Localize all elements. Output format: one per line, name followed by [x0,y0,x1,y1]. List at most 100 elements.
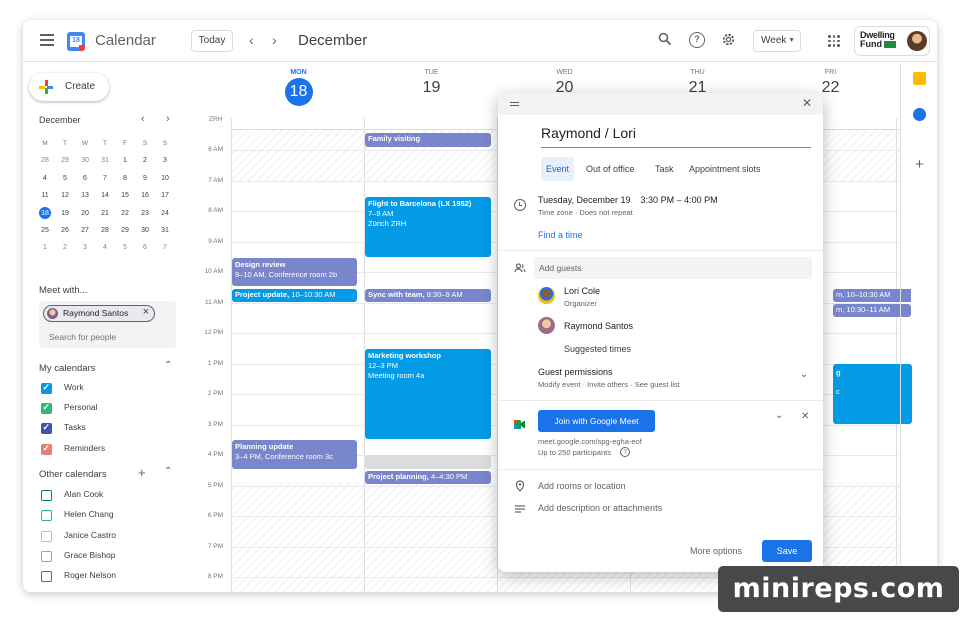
mini-day[interactable]: 28 [35,152,55,169]
mini-day[interactable]: 3 [75,239,95,256]
mini-day[interactable]: 13 [75,187,95,204]
user-avatar[interactable] [907,31,927,51]
join-google-meet-button[interactable]: Join with Google Meet [538,410,655,432]
suggested-times-link[interactable]: Suggested times [564,344,631,354]
timezone-repeat[interactable]: Time zone · Does not repeat [538,208,633,217]
checkbox-icon[interactable] [41,531,52,542]
event-marketing-workshop[interactable]: Marketing workshop 12–3 PM Meeting room … [365,349,491,439]
mini-day[interactable]: 22 [115,205,135,222]
chevron-right-icon[interactable]: › [272,32,277,48]
checkbox-icon[interactable] [41,422,52,434]
checkbox-icon[interactable] [41,382,52,394]
mini-day[interactable]: 19 [55,205,75,222]
mini-day[interactable]: 14 [95,187,115,204]
mini-day[interactable]: 23 [135,205,155,222]
event-draft-placeholder[interactable] [365,455,491,469]
mini-day[interactable]: 29 [115,222,135,239]
other-calendars-heading[interactable]: Other calendars [39,469,107,480]
search-icon[interactable] [657,32,673,48]
mini-day[interactable]: 21 [95,205,115,222]
mini-prev-icon[interactable]: ‹ [141,113,145,125]
help-icon[interactable]: ? [689,32,705,48]
event-title-input[interactable]: Raymond / Lori [541,125,811,148]
keep-icon[interactable] [913,72,926,85]
mini-day[interactable]: 5 [55,170,75,187]
info-icon[interactable]: ? [620,447,630,457]
checkbox-icon[interactable] [41,571,52,582]
day-date[interactable]: 19 [365,79,498,97]
day-date[interactable]: 18 [284,78,313,106]
mini-day[interactable]: 16 [135,187,155,204]
mini-day[interactable]: 29 [55,152,75,169]
event-flight[interactable]: Flight to Barcelona (LX 1952) 7–9 AM Zür… [365,197,491,257]
mini-day[interactable]: 4 [95,239,115,256]
mini-day[interactable]: 28 [95,222,115,239]
mini-day[interactable]: 12 [55,187,75,204]
event-project-update[interactable]: Project update, 10–10:30 AM [232,289,357,302]
dialog-header-bar[interactable]: ✕ [498,93,823,115]
checkbox-icon[interactable] [41,443,52,455]
today-button[interactable]: Today [191,30,233,52]
account-brand[interactable]: Dwelling Fund [854,26,930,56]
person-chip[interactable]: Raymond Santos × [43,305,155,322]
more-options-button[interactable]: More options [690,546,742,556]
mini-day[interactable]: 20 [75,205,95,222]
mini-day[interactable]: 6 [135,239,155,256]
event-planning-update[interactable]: Planning update 3–4 PM, Conference room … [232,440,357,469]
close-icon[interactable]: ✕ [802,96,812,110]
mini-day[interactable]: 10 [155,170,175,187]
day-header-tue[interactable]: TUE 19 [365,69,498,97]
my-calendars-heading[interactable]: My calendars [39,363,96,374]
mini-day[interactable]: 3 [155,152,175,169]
event-date-time[interactable]: Tuesday, December 19 3:30 PM – 4:00 PM [538,195,718,205]
apps-grid-icon[interactable] [828,35,840,47]
tasks-icon[interactable] [913,108,926,121]
chip-remove-icon[interactable]: × [143,306,149,318]
mini-day[interactable]: 2 [135,152,155,169]
mini-day[interactable]: 30 [135,222,155,239]
tab-event[interactable]: Event [541,157,575,181]
main-menu-icon[interactable] [40,34,54,46]
mini-day[interactable]: 26 [55,222,75,239]
add-addon-plus-icon[interactable]: + [913,157,926,172]
mini-day[interactable]: 5 [115,239,135,256]
event-design-review[interactable]: Design review 9–10 AM, Conference room 2… [232,258,357,286]
add-guests-input[interactable]: Add guests [534,257,812,279]
day-header-mon[interactable]: MON 18 [232,69,365,106]
mini-day[interactable]: 1 [115,152,135,169]
tab-task[interactable]: Task [655,157,674,181]
mini-day[interactable]: 1 [35,239,55,256]
guest-name[interactable]: Raymond Santos [564,321,633,331]
mini-day[interactable]: 4 [35,170,55,187]
mini-day[interactable]: 30 [75,152,95,169]
mini-day[interactable]: 7 [95,170,115,187]
settings-gear-icon[interactable] [720,32,736,48]
mini-day[interactable]: 17 [155,187,175,204]
mini-day[interactable]: 11 [35,187,55,204]
save-button[interactable]: Save [762,540,812,562]
collapse-chevron-icon[interactable]: ⌃ [164,360,172,371]
meet-url[interactable]: meet.google.com/spg-egha-eof [538,437,642,446]
expand-chevron-icon[interactable]: ⌄ [775,410,783,421]
find-a-time-link[interactable]: Find a time [538,230,583,240]
mini-day[interactable]: 6 [75,170,95,187]
expand-chevron-icon[interactable]: ⌄ [800,369,808,380]
mini-day[interactable]: 7 [155,239,175,256]
search-people-input[interactable]: Search for people [49,332,116,342]
tab-out-of-office[interactable]: Out of office [586,157,634,181]
view-selector[interactable]: Week ▼ [753,30,801,52]
mini-day[interactable]: 27 [75,222,95,239]
checkbox-icon[interactable] [41,490,52,501]
mini-next-icon[interactable]: › [166,113,170,125]
add-location-input[interactable]: Add rooms or location [538,481,626,491]
chevron-left-icon[interactable]: ‹ [249,32,254,48]
event-project-planning[interactable]: Project planning, 4–4:30 PM [365,471,491,484]
mini-day[interactable]: 9 [135,170,155,187]
create-button[interactable]: Create [29,73,109,101]
add-description-input[interactable]: Add description or attachments [538,503,662,513]
mini-day[interactable]: 31 [95,152,115,169]
add-calendar-plus-icon[interactable]: + [138,465,146,480]
checkbox-icon[interactable] [41,551,52,562]
guest-permissions-label[interactable]: Guest permissions [538,367,613,377]
event-family-visiting[interactable]: Family visiting [365,133,491,147]
